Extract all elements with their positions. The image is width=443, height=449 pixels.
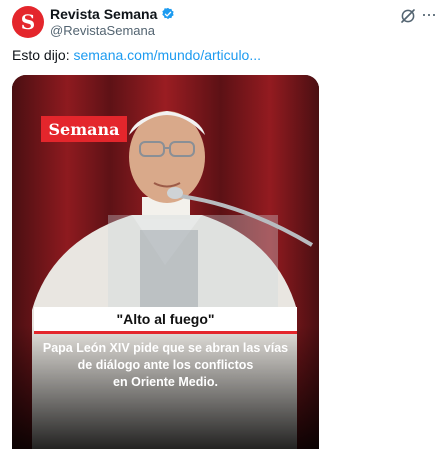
verified-badge-icon bbox=[162, 7, 175, 20]
headline-accent-bar bbox=[34, 331, 297, 334]
more-options-icon[interactable]: ··· bbox=[421, 5, 437, 23]
author-avatar[interactable]: S bbox=[12, 6, 44, 38]
author-handle[interactable]: @RevistaSemana bbox=[50, 23, 155, 38]
tweet-link[interactable]: semana.com/mundo/articulo... bbox=[73, 47, 261, 63]
tweet-body: Esto dijo: bbox=[12, 47, 74, 63]
tweet-text: Esto dijo: semana.com/mundo/articulo... bbox=[12, 47, 261, 63]
author-display-name[interactable]: Revista Semana bbox=[50, 6, 157, 22]
video-caption: Papa León XIV pide que se abran las vías… bbox=[32, 340, 299, 391]
tweet-media-video[interactable]: Semana "Alto al fuego" Papa León XIV pid… bbox=[12, 75, 319, 449]
semana-logo: Semana bbox=[41, 116, 127, 142]
headline-banner: "Alto al fuego" bbox=[34, 307, 297, 331]
grok-icon[interactable] bbox=[399, 7, 417, 25]
caption-line: Papa León XIV pide que se abran las vías bbox=[42, 341, 289, 355]
caption-line: de diálogo ante los conflictos bbox=[77, 358, 254, 372]
caption-line: en Oriente Medio. bbox=[113, 375, 218, 389]
author-name-row: Revista Semana bbox=[50, 6, 175, 22]
